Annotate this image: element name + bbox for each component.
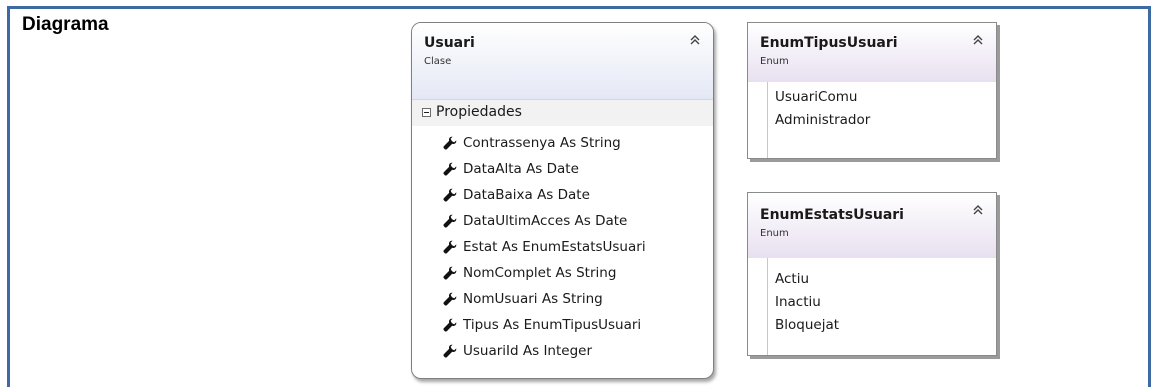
class-kind: Clase [424,56,452,67]
enum-value[interactable]: Bloquejat [768,314,996,337]
property-label: DataUltimAcces As Date [463,213,628,229]
wrench-property-icon [443,344,457,358]
properties-compartment-header[interactable]: Propiedades [412,100,713,126]
enum-value[interactable]: Administrador [768,109,996,132]
collapse-chevron-icon[interactable] [689,34,701,46]
class-name: Usuari [424,35,475,51]
section-title: Diagrama [22,14,109,35]
wrench-property-icon [443,266,457,280]
enum-shape-tipus-usuari[interactable]: EnumTipusUsuari Enum UsuariComu Administr… [747,22,997,159]
property-row[interactable]: DataAlta As Date [412,156,713,182]
property-row[interactable]: DataUltimAcces As Date [412,208,713,234]
property-row[interactable]: Tipus As EnumTipusUsuari [412,312,713,338]
wrench-property-icon [443,188,457,202]
collapse-chevron-icon[interactable] [972,204,984,216]
enum-value[interactable]: Actiu [768,268,996,291]
enum-header[interactable]: EnumTipusUsuari Enum [748,23,996,82]
property-list: Contrassenya As String DataAlta As Date Da… [412,126,713,364]
enum-name: EnumTipusUsuari [760,35,898,51]
class-shape-usuari[interactable]: Usuari Clase Propiedades Contrassenya As… [411,22,714,379]
enum-header[interactable]: EnumEstatsUsuari Enum [748,193,996,258]
property-label: UsuariId As Integer [463,343,593,359]
wrench-property-icon [443,214,457,228]
property-label: DataAlta As Date [463,161,579,177]
compartment-label: Propiedades [436,104,522,120]
enum-value-list: Actiu Inactiu Bloquejat [767,258,996,355]
property-label: DataBaixa As Date [463,187,590,203]
wrench-property-icon [443,292,457,306]
wrench-property-icon [443,136,457,150]
enum-value[interactable]: UsuariComu [768,86,996,109]
wrench-property-icon [443,318,457,332]
enum-kind: Enum [760,56,789,67]
property-label: Contrassenya As String [463,135,621,151]
wrench-property-icon [443,240,457,254]
class-header[interactable]: Usuari Clase [412,23,713,100]
property-row[interactable]: Estat As EnumEstatsUsuari [412,234,713,260]
enum-value-list: UsuariComu Administrador [767,82,996,158]
property-row[interactable]: NomComplet As String [412,260,713,286]
property-row[interactable]: NomUsuari As String [412,286,713,312]
property-row[interactable]: UsuariId As Integer [412,338,713,364]
collapse-chevron-icon[interactable] [972,34,984,46]
wrench-property-icon [443,162,457,176]
enum-name: EnumEstatsUsuari [760,207,904,223]
enum-value[interactable]: Inactiu [768,291,996,314]
property-label: NomComplet As String [463,265,617,281]
property-row[interactable]: DataBaixa As Date [412,182,713,208]
property-label: Estat As EnumEstatsUsuari [463,239,646,255]
collapse-minus-icon[interactable] [422,108,431,117]
property-label: Tipus As EnumTipusUsuari [463,317,642,333]
enum-kind: Enum [760,228,789,239]
property-label: NomUsuari As String [463,291,603,307]
property-row[interactable]: Contrassenya As String [412,130,713,156]
enum-shape-estats-usuari[interactable]: EnumEstatsUsuari Enum Actiu Inactiu Bloque… [747,192,997,356]
